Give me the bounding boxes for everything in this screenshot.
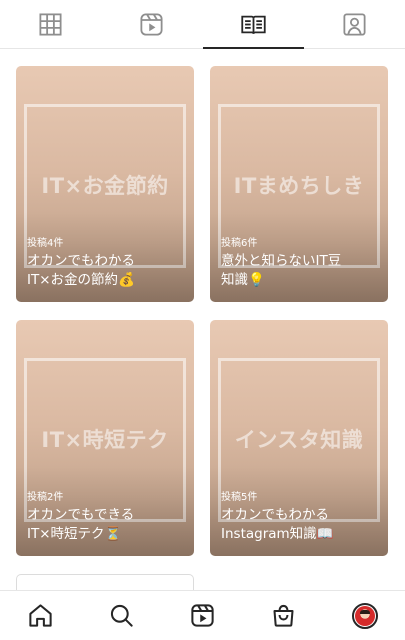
tab-posts[interactable] bbox=[0, 0, 101, 48]
guide-meta: 投稿5件 オカンでもわかる Instagram知識📖 bbox=[221, 488, 380, 544]
nav-reels[interactable] bbox=[183, 596, 223, 636]
tab-tagged[interactable] bbox=[304, 0, 405, 48]
guide-title-line1: オカンでもわかる bbox=[221, 507, 329, 523]
post-count: 投稿2件 bbox=[27, 492, 64, 503]
shop-icon bbox=[273, 604, 294, 627]
nav-home[interactable] bbox=[21, 596, 61, 636]
guide-title-line2: IT×時短テク⏳ bbox=[27, 526, 122, 542]
nav-search[interactable] bbox=[102, 596, 142, 636]
tagged-icon bbox=[343, 12, 366, 36]
guide-title-line1: オカンでもできる bbox=[27, 507, 135, 523]
tab-reels[interactable] bbox=[101, 0, 202, 48]
home-icon bbox=[29, 604, 52, 627]
avatar-image bbox=[354, 605, 375, 626]
cover-text: IT×お金節約 bbox=[41, 174, 169, 198]
post-count: 投稿5件 bbox=[221, 492, 258, 503]
guides-icon bbox=[240, 15, 266, 34]
guide-meta: 投稿4件 オカンでもわかる IT×お金の節約💰 bbox=[27, 234, 186, 290]
grid-icon bbox=[39, 12, 62, 36]
profile-screen: IT×お金節約 投稿4件 オカンでもわかる IT×お金の節約💰 ITまめちしき … bbox=[0, 0, 405, 640]
guide-meta: 投稿2件 オカンでもできる IT×時短テク⏳ bbox=[27, 488, 186, 544]
reels-icon bbox=[191, 604, 214, 627]
guide-meta: 投稿6件 意外と知らないIT豆 知識💡 bbox=[221, 234, 380, 290]
nav-profile[interactable] bbox=[345, 596, 385, 636]
guide-card[interactable]: インスタ知識 投稿5件 オカンでもわかる Instagram知識📖 bbox=[210, 320, 388, 556]
post-count: 投稿6件 bbox=[221, 238, 258, 249]
guide-card[interactable]: IT×お金節約 投稿4件 オカンでもわかる IT×お金の節約💰 bbox=[16, 66, 194, 302]
guide-card[interactable]: IT×時短テク 投稿2件 オカンでもできる IT×時短テク⏳ bbox=[16, 320, 194, 556]
profile-tab-bar bbox=[0, 0, 405, 49]
guide-title-line1: 意外と知らないIT豆 bbox=[221, 253, 342, 269]
guide-title-line2: Instagram知識📖 bbox=[221, 526, 334, 542]
tab-guides[interactable] bbox=[202, 0, 305, 49]
guide-title-line2: 知識💡 bbox=[221, 272, 265, 288]
nav-shop[interactable] bbox=[264, 596, 304, 636]
guide-title-line1: オカンでもわかる bbox=[27, 253, 135, 269]
bottom-nav bbox=[0, 590, 405, 640]
guide-card[interactable]: ITまめちしき 投稿6件 意外と知らないIT豆 知識💡 bbox=[210, 66, 388, 302]
guide-title-line2: IT×お金の節約💰 bbox=[27, 272, 135, 288]
reels-icon bbox=[140, 12, 163, 36]
search-icon bbox=[110, 604, 133, 627]
avatar bbox=[351, 602, 378, 629]
cover-text: IT×時短テク bbox=[41, 428, 169, 452]
cover-text: インスタ知識 bbox=[234, 428, 364, 452]
post-count: 投稿4件 bbox=[27, 238, 64, 249]
cover-text: ITまめちしき bbox=[233, 174, 365, 198]
